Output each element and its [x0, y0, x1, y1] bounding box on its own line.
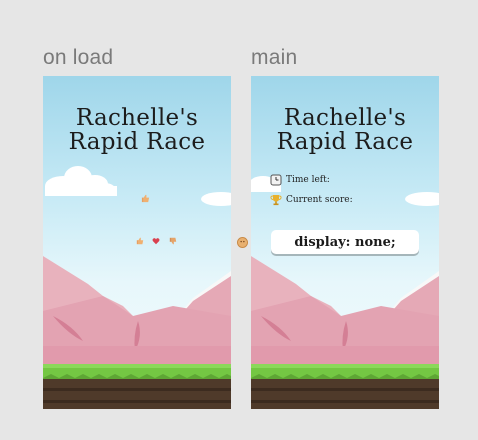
- trophy-icon: [270, 195, 282, 206]
- game-title: Rachelle's Rapid Race: [251, 106, 439, 154]
- storyboard-canvas: on load main Rachelle's Rapid Race Rache…: [0, 0, 478, 440]
- soil-strip: [43, 379, 231, 409]
- onload-frame-label: on load: [43, 46, 114, 69]
- heart-icon[interactable]: [152, 237, 160, 245]
- hidden-overlay-text: display: none;: [294, 234, 396, 250]
- clock-icon: [270, 174, 282, 186]
- face-icon[interactable]: [237, 237, 248, 248]
- time-left-label: Time left:: [286, 175, 330, 185]
- soil-strip: [251, 379, 439, 409]
- game-title-line1: Rachelle's: [283, 105, 407, 131]
- clouds: [45, 166, 231, 206]
- current-score-row: Current score:: [270, 194, 353, 206]
- current-score-label: Current score:: [286, 195, 353, 205]
- thumbs-up-icon[interactable]: [141, 194, 150, 203]
- game-title: Rachelle's Rapid Race: [43, 106, 231, 154]
- main-frame-label: main: [251, 46, 298, 69]
- game-title-line2: Rapid Race: [68, 129, 206, 155]
- onload-screen: Rachelle's Rapid Race: [43, 76, 231, 409]
- game-title-line1: Rachelle's: [75, 105, 199, 131]
- thumbs-up-icon[interactable]: [136, 237, 144, 245]
- game-title-line2: Rapid Race: [276, 129, 414, 155]
- hidden-overlay-panel: display: none;: [271, 230, 419, 254]
- main-screen: Rachelle's Rapid Race Time left: Current…: [251, 76, 439, 409]
- thumbs-down-icon[interactable]: [169, 237, 177, 245]
- time-left-row: Time left:: [270, 174, 330, 186]
